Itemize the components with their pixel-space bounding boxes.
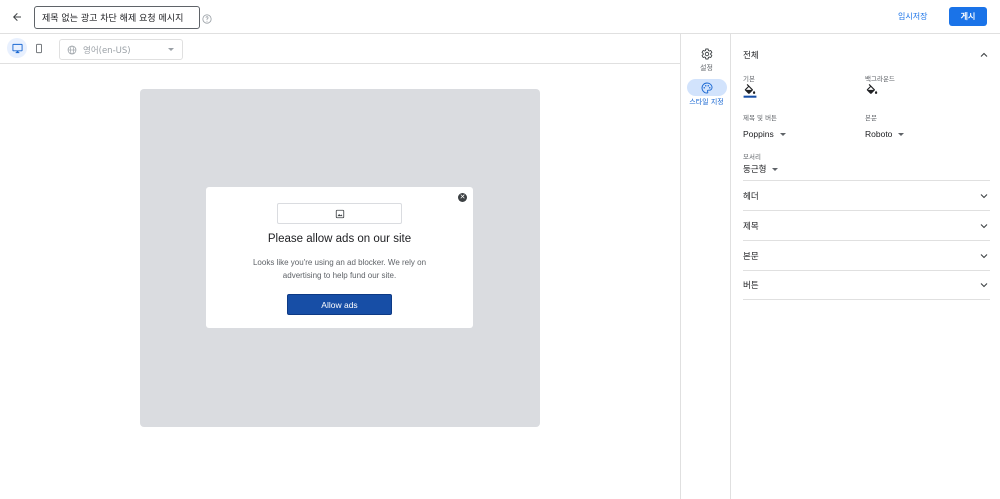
chevron-down-icon xyxy=(772,167,779,171)
section-body-header[interactable]: 본문 xyxy=(743,241,990,271)
mobile-preview-button[interactable] xyxy=(31,38,47,58)
preview-canvas: ✕ Please allow ads on our site Looks lik… xyxy=(140,89,540,427)
help-icon[interactable] xyxy=(202,11,212,24)
paint-bucket-icon xyxy=(865,84,879,98)
corner-label: 모서리 xyxy=(743,153,761,161)
styling-panel: 전체 기본 백그라운드 제목 및 버튼 Poppins 본문 Roboto 모서… xyxy=(731,34,1000,499)
section-title: 버튼 xyxy=(743,281,759,291)
rail-item-styling[interactable]: 스타일 지정 xyxy=(681,79,732,107)
allow-ads-button[interactable]: Allow ads xyxy=(287,294,392,315)
rail-item-label: 설정 xyxy=(700,64,713,72)
gear-icon xyxy=(701,48,712,59)
body-font-select[interactable]: Roboto xyxy=(865,129,905,139)
default-color-label: 기본 xyxy=(743,75,755,83)
chevron-up-icon xyxy=(980,52,988,57)
rail-item-settings[interactable]: 설정 xyxy=(681,45,732,73)
section-title: 헤더 xyxy=(743,192,759,202)
corner-style-select[interactable]: 둥근형 xyxy=(743,163,779,175)
arrow-back-icon xyxy=(13,13,21,21)
body-font-value: Roboto xyxy=(865,129,893,139)
ad-block-dialog: ✕ Please allow ads on our site Looks lik… xyxy=(206,187,473,328)
publish-button[interactable]: 게시 xyxy=(949,7,987,26)
image-icon xyxy=(335,209,344,218)
desktop-icon xyxy=(11,43,23,53)
chevron-down-icon xyxy=(898,132,905,136)
section-header-header[interactable]: 헤더 xyxy=(743,181,990,211)
tool-rail: 설정 스타일 지정 xyxy=(680,34,731,499)
palette-icon xyxy=(701,82,713,93)
logo-placeholder[interactable] xyxy=(277,203,402,224)
corner-style-value: 둥근형 xyxy=(743,165,767,175)
section-button-header[interactable]: 버튼 xyxy=(743,270,990,300)
heading-font-label: 제목 및 버튼 xyxy=(743,114,778,122)
save-draft-button[interactable]: 임시저장 xyxy=(898,11,927,22)
chevron-down-icon xyxy=(980,194,988,199)
globe-icon xyxy=(67,45,77,54)
background-color-picker[interactable] xyxy=(865,84,879,98)
section-overall-header[interactable]: 전체 xyxy=(743,40,990,70)
rail-item-label: 스타일 지정 xyxy=(689,98,724,106)
body-font-label: 본문 xyxy=(865,114,877,122)
section-title: 전체 xyxy=(743,51,759,61)
chevron-down-icon xyxy=(168,48,174,51)
section-divider xyxy=(743,299,990,300)
language-value: 영어(en-US) xyxy=(83,45,131,56)
paint-bucket-icon xyxy=(743,84,757,98)
top-bar: 임시저장 게시 xyxy=(0,0,1000,34)
dialog-title: Please allow ads on our site xyxy=(267,233,412,245)
background-color-label: 백그라운드 xyxy=(865,75,895,83)
section-title: 본문 xyxy=(743,252,759,262)
section-title: 제목 xyxy=(743,222,759,232)
section-title-header[interactable]: 제목 xyxy=(743,211,990,241)
heading-font-select[interactable]: Poppins xyxy=(743,129,786,139)
chevron-down-icon xyxy=(779,132,786,136)
back-button[interactable] xyxy=(8,8,26,26)
chevron-down-icon xyxy=(980,283,988,288)
chevron-down-icon xyxy=(980,254,988,259)
close-icon[interactable]: ✕ xyxy=(458,193,467,202)
preview-toolbar: 영어(en-US) xyxy=(0,34,680,64)
language-select[interactable]: 영어(en-US) xyxy=(59,39,183,60)
message-title-input[interactable] xyxy=(34,6,200,29)
default-color-picker[interactable] xyxy=(743,84,757,98)
dialog-body: Looks like you're using an ad blocker. W… xyxy=(252,258,427,280)
chevron-down-icon xyxy=(980,224,988,229)
phone-icon xyxy=(36,43,42,53)
heading-font-value: Poppins xyxy=(743,129,774,139)
desktop-preview-button[interactable] xyxy=(7,38,27,58)
